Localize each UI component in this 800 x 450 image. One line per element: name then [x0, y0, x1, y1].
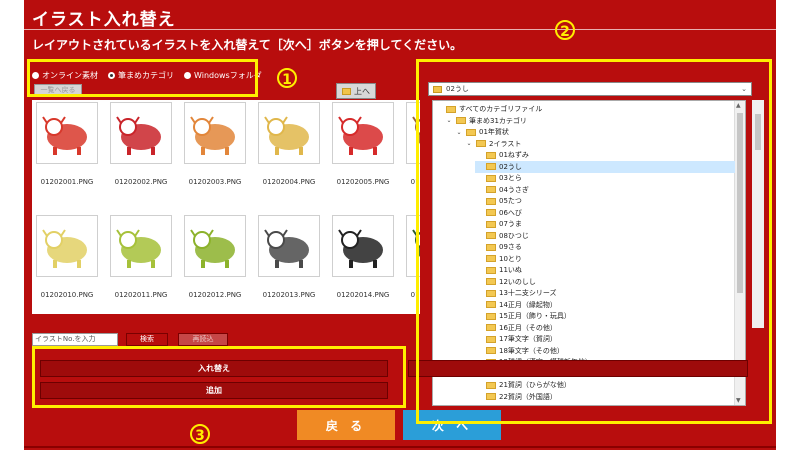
thumbnail-filename: 01202014.PNG: [336, 291, 390, 299]
thumbnail-grid: 01202001.PNG 01202002.PNG 01202003.PNG 0120…: [32, 100, 420, 314]
thumbnail-filename: 01202002.PNG: [114, 178, 168, 186]
ox-figurine-illustration[interactable]: [36, 102, 98, 164]
thumbnail-item[interactable]: 01202011.PNG: [110, 215, 172, 299]
wild-boar-illustration[interactable]: [258, 215, 320, 277]
thumbnail-filename: 01202004.PNG: [262, 178, 316, 186]
jumping-ox-illustration[interactable]: [110, 215, 172, 277]
annotation-box-2: [416, 59, 772, 424]
fan-ox-illustration[interactable]: [184, 215, 246, 277]
thumbnail-item[interactable]: 01202010.PNG: [36, 215, 98, 299]
thumbnail-item[interactable]: 01202004.PNG: [258, 102, 320, 186]
illustration-number-input[interactable]: イラストNo.を入力: [32, 333, 118, 346]
thumbnail-item[interactable]: 01202012.PNG: [184, 215, 246, 299]
red-ox-akabeko-illustration[interactable]: [332, 102, 394, 164]
thumbnail-item[interactable]: 01202002.PNG: [110, 102, 172, 186]
thumbnail-filename: 01202001.PNG: [40, 178, 94, 186]
annotation-box-1: [27, 59, 258, 97]
thumbnail-filename: 01202012.PNG: [188, 291, 242, 299]
annotation-box-3: [32, 346, 406, 408]
line-ox-illustration[interactable]: [36, 215, 98, 277]
footer-divider: [24, 446, 776, 448]
thumbnail-item[interactable]: 01202001.PNG: [36, 102, 98, 186]
annotation-label-2: 2: [555, 19, 575, 40]
thumbnail-filename: 01202011.PNG: [114, 291, 168, 299]
holstein-cow-illustration[interactable]: [332, 215, 394, 277]
thumbnail-item[interactable]: 01202013.PNG: [258, 215, 320, 299]
instruction-text: レイアウトされているイラストを入れ替えて［次へ］ボタンを押してください。: [32, 38, 463, 52]
thumbnail-item[interactable]: 01202014.PNG: [332, 215, 394, 299]
thumbnail-item[interactable]: 01202005.PNG: [332, 102, 394, 186]
reload-button[interactable]: 再読込: [178, 333, 228, 346]
up-folder-button[interactable]: 上へ: [336, 83, 376, 99]
up-folder-label: 上へ: [354, 86, 370, 96]
window-title: イラスト入れ替え: [32, 10, 176, 30]
annotation-label-3: 3: [190, 423, 210, 444]
thumbnail-filename: 01202003.PNG: [188, 178, 242, 186]
title-divider: [24, 29, 776, 30]
golden-ox-illustration[interactable]: [258, 102, 320, 164]
cow-sitting-illustration[interactable]: [184, 102, 246, 164]
thumbnail-filename: 01202010.PNG: [40, 291, 94, 299]
thumbnail-filename: 01202013.PNG: [262, 291, 316, 299]
thumbnail-item[interactable]: 01202003.PNG: [184, 102, 246, 186]
search-button[interactable]: 検索: [126, 333, 168, 346]
decorative-ox-illustration[interactable]: [110, 102, 172, 164]
folder-up-icon: [342, 87, 351, 95]
back-button[interactable]: 戻 る: [297, 410, 395, 440]
annotation-label-1: 1: [277, 67, 297, 88]
thumbnail-filename: 01202005.PNG: [336, 178, 390, 186]
